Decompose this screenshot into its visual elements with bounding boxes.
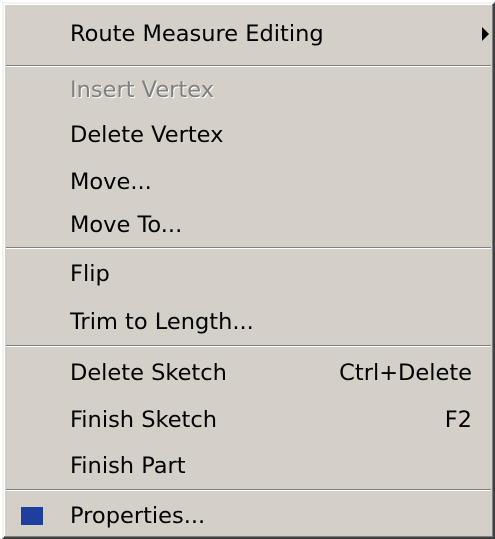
menu-item-route-measure-editing[interactable]: Route Measure Editing bbox=[6, 14, 491, 54]
properties-icon bbox=[21, 507, 43, 525]
menu-item-label: Insert Vertex bbox=[70, 77, 215, 103]
menu-item-label: Properties... bbox=[70, 503, 206, 529]
menu-item-delete-sketch[interactable]: Delete Sketch Ctrl+Delete bbox=[6, 353, 491, 393]
menu-item-insert-vertex: Insert Vertex bbox=[6, 70, 491, 110]
menu-item-move-to[interactable]: Move To... bbox=[6, 205, 491, 245]
menu-item-flip[interactable]: Flip bbox=[6, 254, 491, 294]
menu-item-label: Delete Sketch bbox=[70, 360, 227, 386]
menu-item-label: Trim to Length... bbox=[70, 309, 254, 335]
menu-item-label: Finish Part bbox=[70, 453, 186, 479]
menu-item-finish-sketch[interactable]: Finish Sketch F2 bbox=[6, 400, 491, 440]
menu-item-trim-to-length[interactable]: Trim to Length... bbox=[6, 302, 491, 342]
menu-item-move[interactable]: Move... bbox=[6, 162, 491, 202]
menu-item-properties[interactable]: Properties... bbox=[6, 496, 491, 536]
menu-separator bbox=[6, 345, 491, 347]
menu-item-shortcut: F2 bbox=[444, 407, 472, 433]
menu-item-label: Delete Vertex bbox=[70, 122, 224, 148]
menu-item-label: Route Measure Editing bbox=[70, 21, 324, 47]
submenu-arrow-icon bbox=[482, 27, 489, 41]
menu-item-label: Flip bbox=[70, 261, 110, 287]
context-menu: Route Measure Editing Insert Vertex Dele… bbox=[2, 2, 495, 539]
menu-item-label: Move To... bbox=[70, 212, 183, 238]
menu-item-label: Move... bbox=[70, 169, 152, 195]
menu-item-shortcut: Ctrl+Delete bbox=[339, 360, 472, 386]
menu-separator bbox=[6, 65, 491, 67]
menu-separator bbox=[6, 247, 491, 249]
menu-item-finish-part[interactable]: Finish Part bbox=[6, 446, 491, 486]
menu-separator bbox=[6, 489, 491, 491]
menu-item-delete-vertex[interactable]: Delete Vertex bbox=[6, 115, 491, 155]
menu-item-label: Finish Sketch bbox=[70, 407, 218, 433]
